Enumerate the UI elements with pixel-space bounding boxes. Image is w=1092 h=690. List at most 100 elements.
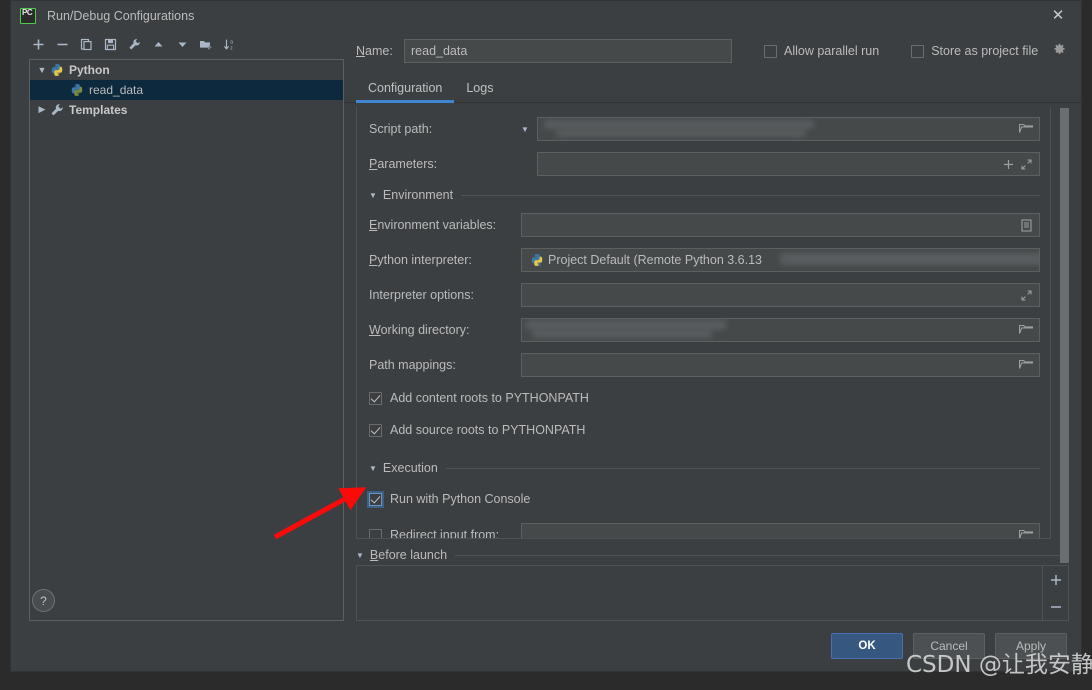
tree-node-label: Templates: [69, 102, 128, 117]
configurations-toolbar: a z: [11, 30, 344, 59]
name-input[interactable]: read_data: [404, 39, 732, 63]
ok-button[interactable]: OK: [831, 633, 903, 659]
script-path-dropdown-icon[interactable]: ▼: [521, 125, 537, 134]
help-button[interactable]: ?: [32, 589, 55, 612]
tab-logs[interactable]: Logs: [454, 81, 505, 102]
configurations-tree[interactable]: ▼ Python read_data ▶ Templates: [29, 58, 344, 621]
dialog-title: Run/Debug Configurations: [47, 8, 195, 23]
svg-text:R: R: [537, 263, 541, 267]
before-launch-task-list[interactable]: [357, 566, 1042, 620]
pycharm-logo-icon: PC: [20, 7, 36, 24]
redacted-path: [556, 129, 806, 137]
add-content-roots-label: Add content roots to PYTHONPATH: [390, 391, 589, 405]
name-row: Name: read_data Allow parallel run Store…: [344, 30, 1081, 72]
configuration-right-pane: Name: read_data Allow parallel run Store…: [344, 30, 1081, 621]
list-icon[interactable]: [1017, 218, 1035, 232]
expand-icon[interactable]: [1017, 158, 1035, 170]
python-interpreter-label: Python interpreter:: [369, 253, 472, 267]
chevron-down-icon[interactable]: ▼: [369, 191, 377, 200]
interpreter-options-input[interactable]: [521, 283, 1040, 307]
expand-icon[interactable]: [1017, 289, 1035, 301]
add-content-roots-checkbox[interactable]: Add content roots to PYTHONPATH: [369, 388, 1040, 408]
environment-group-title: Environment: [382, 188, 454, 202]
tree-node-label: read_data: [89, 82, 144, 97]
path-mappings-input[interactable]: [521, 353, 1040, 377]
execution-group-header[interactable]: ▼ Execution: [369, 460, 1040, 476]
sort-az-icon[interactable]: a z: [219, 33, 241, 55]
tab-configuration[interactable]: Configuration: [356, 81, 455, 103]
checkbox-box[interactable]: [367, 490, 384, 508]
save-configuration-button[interactable]: [99, 33, 121, 55]
before-launch-box: [356, 565, 1069, 621]
script-path-row: Script path: ▼: [369, 117, 1040, 141]
execution-group-title: Execution: [382, 461, 438, 475]
environment-group-header[interactable]: ▼ Environment: [369, 187, 1040, 203]
wrench-icon[interactable]: [123, 33, 145, 55]
path-mappings-row: Path mappings:: [369, 353, 1040, 377]
chevron-down-icon[interactable]: ▼: [369, 464, 377, 473]
redacted-path: [532, 329, 712, 338]
chevron-right-icon[interactable]: ▶: [34, 104, 50, 115]
environment-variables-input[interactable]: [521, 213, 1040, 237]
configuration-panel-wrapper: Script path: ▼ Parameters: ▼ Environment…: [356, 107, 1051, 539]
tree-node-python[interactable]: ▼ Python: [30, 60, 343, 80]
redacted-path: [544, 120, 814, 129]
configuration-scroll-area: Script path: ▼ Parameters: ▼ Environment…: [344, 103, 1081, 563]
name-label: Name:: [356, 44, 393, 58]
script-path-label: Script path:: [369, 122, 433, 136]
wrench-icon: [51, 104, 63, 116]
checkbox-box[interactable]: [911, 44, 925, 58]
allow-parallel-run-checkbox[interactable]: Allow parallel run: [764, 44, 879, 58]
chevron-down-icon[interactable]: ▼: [356, 551, 364, 560]
folder-icon[interactable]: [1017, 359, 1035, 371]
copy-configuration-button[interactable]: [75, 33, 97, 55]
redacted-interpreter-path: [780, 253, 1039, 265]
arrow-up-icon[interactable]: [147, 33, 169, 55]
minus-icon[interactable]: [1043, 593, 1068, 620]
remove-configuration-button[interactable]: [51, 33, 73, 55]
folder-icon[interactable]: [1017, 324, 1035, 336]
arrow-down-icon[interactable]: [171, 33, 193, 55]
environment-variables-row: Environment variables:: [369, 213, 1040, 237]
run-with-python-console-checkbox[interactable]: Run with Python Console: [367, 489, 1040, 509]
tree-node-templates[interactable]: ▶ Templates: [30, 100, 343, 120]
parameters-input[interactable]: [537, 152, 1040, 176]
checkbox-box[interactable]: [369, 423, 382, 437]
chevron-down-icon[interactable]: ▼: [34, 65, 50, 75]
close-icon[interactable]: ✕: [1035, 1, 1081, 30]
divider: [455, 554, 1069, 556]
before-launch-header[interactable]: ▼ Before launch: [356, 547, 1069, 563]
dialog-body: a z ▼ Python read_data ▶ Templates ? Nam…: [11, 30, 1081, 621]
folder-icon[interactable]: [1017, 123, 1035, 135]
parameters-row: Parameters:: [369, 152, 1040, 176]
environment-variables-label: Environment variables:: [369, 218, 497, 232]
checkbox-box[interactable]: [369, 528, 382, 538]
checkbox-box[interactable]: [764, 44, 777, 58]
add-configuration-button[interactable]: [27, 33, 49, 55]
store-as-project-file-checkbox[interactable]: Store as project file: [911, 43, 1066, 59]
tree-node-read-data[interactable]: read_data: [30, 79, 343, 100]
cancel-button[interactable]: Cancel: [913, 633, 985, 659]
gear-icon[interactable]: [1053, 43, 1066, 59]
add-source-roots-checkbox[interactable]: Add source roots to PYTHONPATH: [369, 420, 1040, 440]
dialog-titlebar: PC Run/Debug Configurations ✕: [11, 1, 1081, 30]
working-directory-input[interactable]: [521, 318, 1040, 342]
checkbox-box[interactable]: [369, 391, 382, 405]
configuration-scrollbar[interactable]: [1060, 108, 1069, 563]
folder-plus-icon[interactable]: [195, 33, 217, 55]
path-mappings-label: Path mappings:: [369, 358, 456, 372]
plus-icon[interactable]: [1043, 566, 1068, 593]
folder-icon[interactable]: [1017, 529, 1035, 538]
before-launch-buttons: [1042, 566, 1068, 620]
scrollbar-thumb[interactable]: [1060, 108, 1069, 563]
pycharm-logo-text: PC: [22, 7, 33, 17]
redirect-input-from-text: Redirect input from:: [390, 528, 500, 539]
apply-button[interactable]: Apply: [995, 633, 1067, 659]
python-interpreter-combobox[interactable]: R Project Default (Remote Python 3.6.13: [521, 248, 1040, 272]
python-interpreter-row: Python interpreter: R Project Default (R…: [369, 248, 1040, 272]
working-directory-row: Working directory:: [369, 318, 1040, 342]
dialog-footer: OK Cancel Apply: [11, 621, 1081, 671]
script-path-input[interactable]: [537, 117, 1040, 141]
redirect-input-from-input[interactable]: [521, 523, 1040, 538]
plus-icon[interactable]: [999, 159, 1017, 170]
